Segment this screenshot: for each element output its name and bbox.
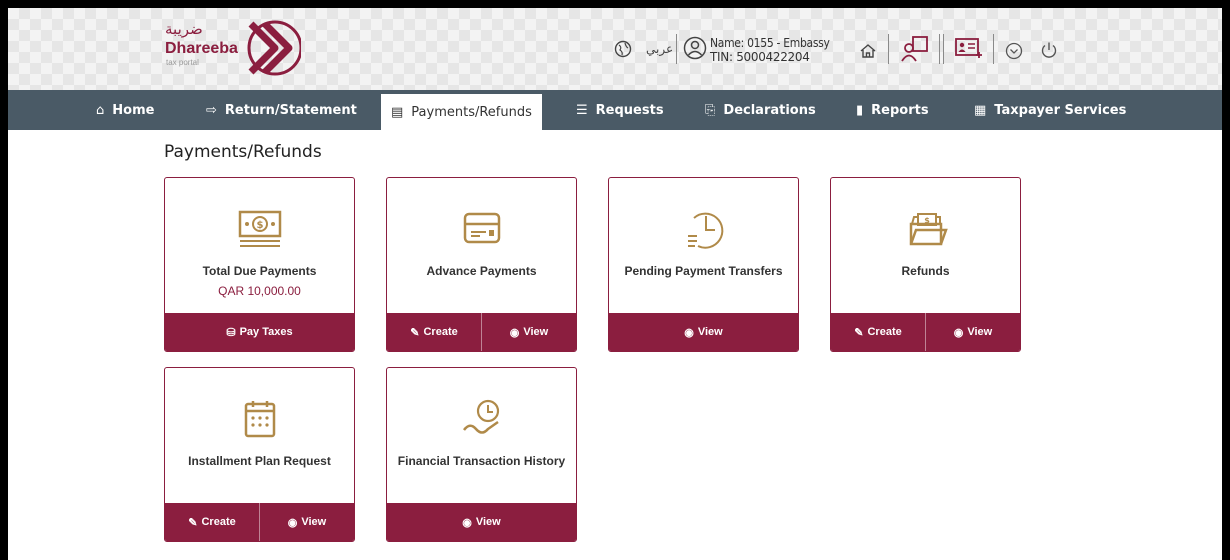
view-button[interactable]: ◉ View	[925, 313, 1020, 351]
globe-icon[interactable]	[614, 40, 632, 58]
main-nav: ⌂ Home ⇨ Return/Statement ▤ Payments/Ref…	[8, 90, 1222, 130]
chevron-logo-icon	[247, 20, 301, 76]
logo-arabic-text: ضريبة	[165, 20, 203, 38]
requests-icon: ☰	[576, 102, 588, 118]
id-card-icon[interactable]	[954, 36, 984, 62]
services-icon: ▦	[974, 102, 987, 118]
due-amount: QAR 10,000.00	[218, 284, 301, 298]
card-title: Financial Transaction History	[397, 454, 566, 468]
language-switch-link[interactable]: عربي	[646, 42, 673, 56]
page-title: Payments/Refunds	[164, 142, 322, 162]
card-title: Total Due Payments	[202, 264, 317, 278]
eye-icon: ◉	[684, 326, 694, 339]
nav-declarations-label: Declarations	[723, 102, 816, 118]
eye-icon: ◉	[953, 326, 964, 339]
reports-icon: ▮	[856, 102, 864, 118]
nav-reports[interactable]: ▮ Reports	[856, 90, 929, 130]
pencil-icon: ✎	[188, 516, 198, 529]
payments-icon: ▤	[391, 104, 404, 120]
user-name: Name: 0155 - Embassy	[710, 36, 830, 50]
create-button[interactable]: ✎ Create	[831, 313, 925, 351]
calendar-icon	[244, 401, 275, 438]
create-button[interactable]: ✎ Create	[387, 313, 481, 351]
nav-home[interactable]: ⌂ Home	[96, 90, 154, 130]
pay-taxes-button[interactable]: ⛁ Pay Taxes	[165, 313, 354, 351]
header: ضريبة Dhareeba tax portal عربي Name: 015…	[8, 8, 1222, 90]
nav-requests-label: Requests	[595, 102, 664, 118]
view-button[interactable]: ◉ View	[609, 313, 798, 351]
nav-return-statement[interactable]: ⇨ Return/Statement	[206, 90, 357, 130]
eye-icon: ◉	[287, 516, 298, 529]
return-icon: ⇨	[206, 102, 217, 118]
wallet-icon: $	[909, 213, 948, 246]
divider	[888, 34, 889, 64]
pencil-icon: ✎	[854, 326, 864, 339]
nav-return-label: Return/Statement	[224, 102, 357, 118]
nav-taxpayer-services[interactable]: ▦ Taxpayer Services	[974, 90, 1126, 130]
svg-text:$: $	[256, 220, 263, 231]
power-icon[interactable]	[1040, 41, 1058, 59]
user-tin: TIN: 5000422204	[710, 50, 810, 64]
card-title: Installment Plan Request	[188, 454, 331, 468]
card-advance-payments: Advance Payments ✎ Create ◉ View	[386, 177, 577, 352]
card-title: Advance Payments	[426, 264, 537, 278]
dhareeba-logo[interactable]: ضريبة Dhareeba tax portal	[165, 20, 305, 80]
card-title: Pending Payment Transfers	[624, 264, 783, 278]
view-button[interactable]: ◉ View	[387, 503, 576, 541]
card-title: Refunds	[901, 264, 950, 278]
nav-requests[interactable]: ☰ Requests	[576, 90, 664, 130]
card-total-due-payments: $ Total Due Payments QAR 10,000.00 ⛁ Pay…	[164, 177, 355, 352]
nav-payments-refunds[interactable]: ▤ Payments/Refunds	[381, 94, 542, 130]
card-installment-plan-request: Installment Plan Request ✎ Create ◉ View	[164, 367, 355, 542]
view-button[interactable]: ◉ View	[259, 503, 354, 541]
card-icon	[463, 212, 500, 244]
users-icon[interactable]	[900, 34, 930, 64]
chevron-down-icon[interactable]	[1005, 42, 1023, 60]
card-financial-transaction-history: Financial Transaction History ◉ View	[386, 367, 577, 542]
card-pending-payment-transfers: Pending Payment Transfers ◉ View	[608, 177, 799, 352]
declarations-icon: ⎘	[705, 102, 716, 118]
pencil-icon: ✎	[410, 326, 420, 339]
clock-list-icon	[687, 212, 723, 249]
logo-name: Dhareeba	[165, 40, 238, 57]
nav-reports-label: Reports	[871, 102, 929, 118]
home-icon[interactable]	[859, 42, 877, 60]
create-button[interactable]: ✎ Create	[165, 503, 259, 541]
logo-subtitle: tax portal	[166, 58, 199, 67]
divider	[676, 34, 677, 64]
eye-icon: ◉	[509, 326, 520, 339]
nav-declarations[interactable]: ⎘ Declarations	[705, 90, 816, 130]
history-icon	[462, 399, 499, 434]
divider	[943, 34, 944, 64]
home-icon: ⌂	[96, 102, 105, 118]
coins-icon: ⛁	[226, 326, 236, 339]
divider	[939, 34, 940, 64]
cash-icon: $	[238, 210, 281, 247]
card-refunds: $ Refunds ✎ Create ◉ View	[830, 177, 1021, 352]
eye-icon: ◉	[462, 516, 472, 529]
app-window: ضريبة Dhareeba tax portal عربي Name: 015…	[8, 8, 1222, 560]
nav-services-label: Taxpayer Services	[994, 102, 1127, 118]
nav-home-label: Home	[112, 102, 155, 118]
divider	[993, 34, 994, 64]
nav-payments-label: Payments/Refunds	[411, 104, 532, 120]
user-icon[interactable]	[683, 36, 707, 60]
view-button[interactable]: ◉ View	[481, 313, 576, 351]
